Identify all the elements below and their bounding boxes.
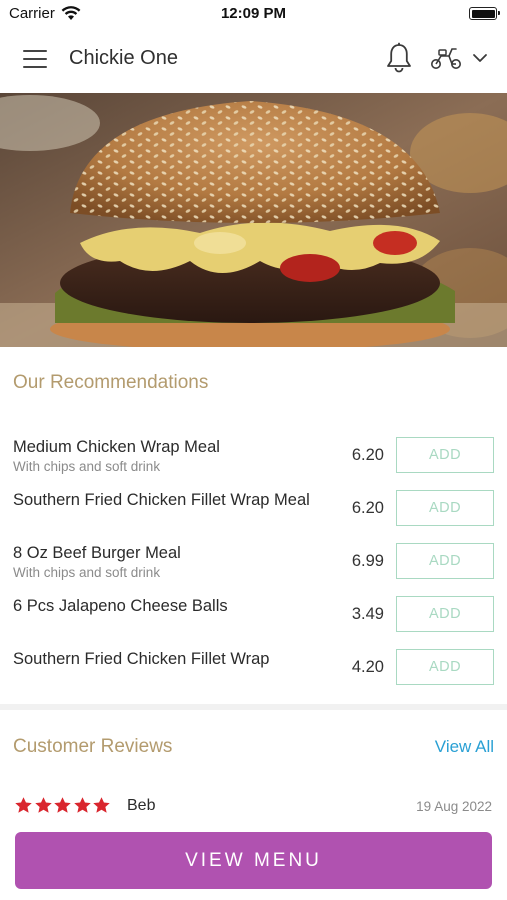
item-description: With chips and soft drink: [13, 459, 161, 474]
item-price: 6.20: [351, 446, 384, 464]
burger-image: [0, 93, 507, 347]
menu-item: Southern Fried Chicken Fillet Wrap 4.20 …: [0, 649, 507, 703]
view-all-link[interactable]: View All: [435, 737, 494, 757]
item-name: 6 Pcs Jalapeno Cheese Balls: [13, 597, 228, 615]
menu-icon[interactable]: [23, 50, 47, 68]
add-button[interactable]: ADD: [396, 596, 494, 632]
scooter-icon[interactable]: [430, 45, 462, 71]
star-icon: [73, 797, 91, 813]
menu-item: 6 Pcs Jalapeno Cheese Balls 3.49 ADD: [0, 596, 507, 650]
star-icon: [93, 797, 110, 813]
star-icon: [54, 797, 71, 813]
item-name: Medium Chicken Wrap Meal: [13, 438, 220, 456]
item-price: 3.49: [351, 605, 384, 623]
review-date: 19 Aug 2022: [416, 799, 492, 814]
menu-item: Medium Chicken Wrap Meal With chips and …: [0, 437, 507, 491]
add-button[interactable]: ADD: [396, 543, 494, 579]
add-button[interactable]: ADD: [396, 649, 494, 685]
view-menu-button[interactable]: VIEW MENU: [15, 832, 492, 889]
section-divider: [0, 704, 507, 710]
chevron-down-icon[interactable]: [472, 52, 488, 64]
add-button[interactable]: ADD: [396, 490, 494, 526]
star-rating: [14, 796, 112, 816]
app-title: Chickie One: [69, 47, 178, 69]
item-description: With chips and soft drink: [13, 565, 161, 580]
item-name: Southern Fried Chicken Fillet Wrap Meal: [13, 491, 310, 509]
item-price: 6.99: [351, 552, 384, 570]
clock: 12:09 PM: [220, 5, 287, 22]
star-icon: [15, 797, 32, 813]
item-price: 6.20: [351, 499, 384, 517]
menu-item: Southern Fried Chicken Fillet Wrap Meal …: [0, 490, 507, 544]
reviewer-name: Beb: [127, 797, 156, 814]
reviews-title: Customer Reviews: [13, 736, 173, 757]
hero-image: [0, 93, 507, 347]
add-button[interactable]: ADD: [396, 437, 494, 473]
app-header: Chickie One: [0, 28, 507, 93]
item-name: Southern Fried Chicken Fillet Wrap: [13, 650, 270, 668]
bell-icon[interactable]: [385, 42, 413, 74]
status-bar: Carrier 12:09 PM: [0, 0, 507, 28]
battery-icon: [469, 7, 500, 20]
item-price: 4.20: [351, 658, 384, 676]
menu-item: 8 Oz Beef Burger Meal With chips and sof…: [0, 543, 507, 597]
item-name: 8 Oz Beef Burger Meal: [13, 544, 181, 562]
star-icon: [34, 797, 52, 813]
recommendations-title: Our Recommendations: [13, 372, 209, 393]
